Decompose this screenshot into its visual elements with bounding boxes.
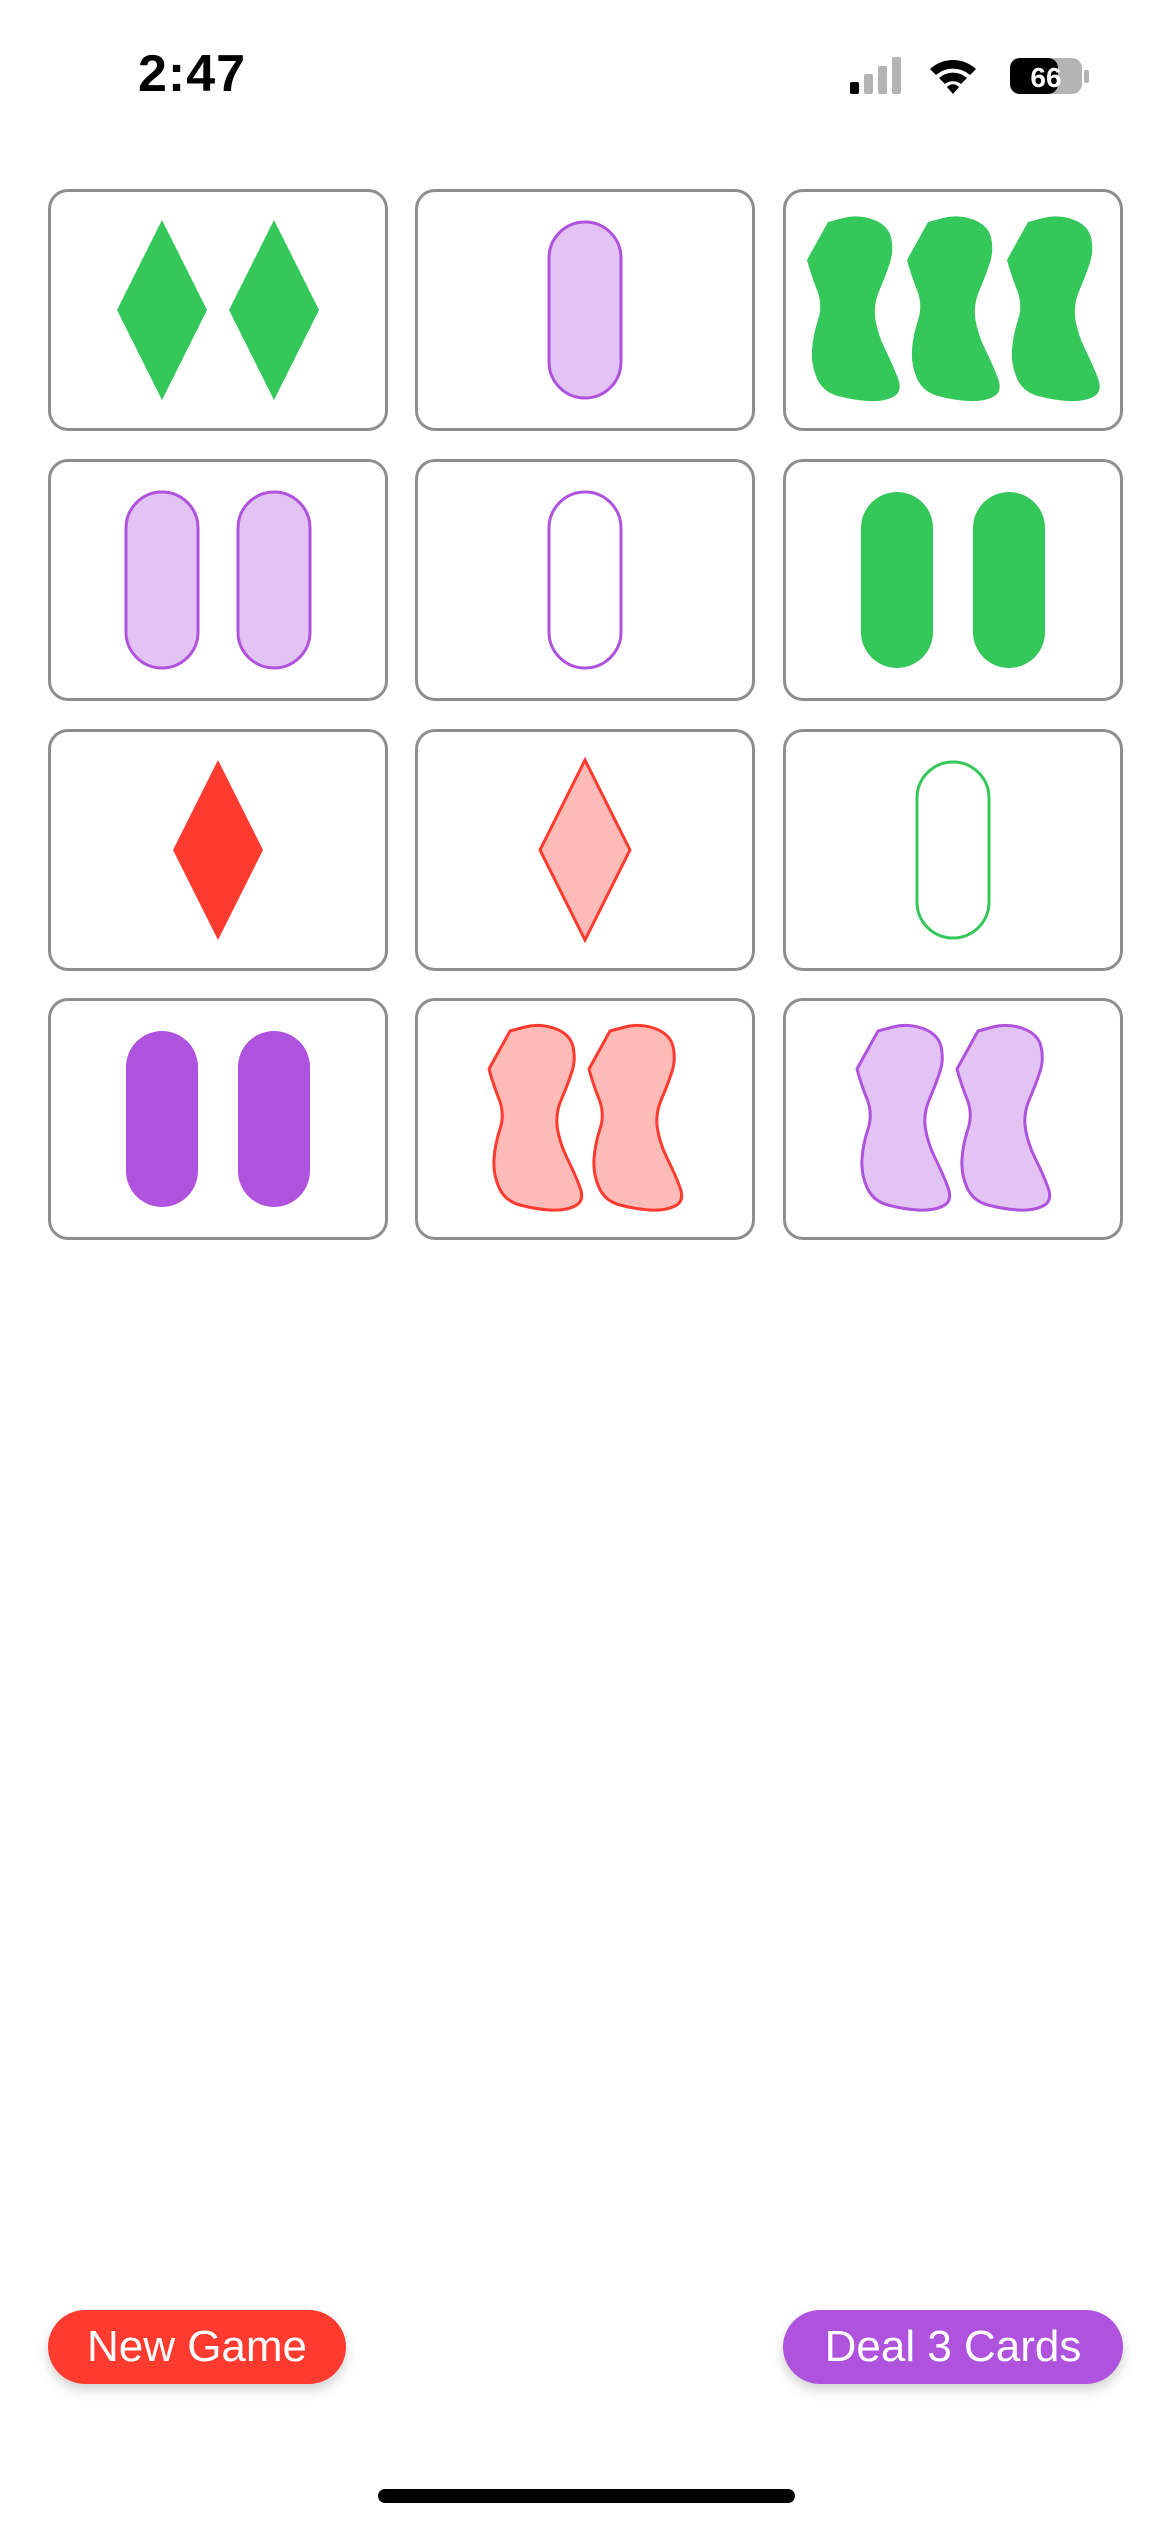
- diamond-symbol: [117, 220, 207, 400]
- deal-three-cards-button[interactable]: Deal 3 Cards: [783, 2310, 1123, 2384]
- set-card[interactable]: [415, 459, 755, 701]
- set-card[interactable]: [48, 459, 388, 701]
- cellular-signal-icon: [850, 57, 901, 94]
- oval-symbol: [236, 490, 312, 670]
- set-card[interactable]: [48, 998, 388, 1240]
- battery-level: 66: [1030, 62, 1061, 93]
- set-card[interactable]: [415, 729, 755, 971]
- squiggle-symbol: [955, 1023, 1052, 1212]
- home-indicator: [378, 2489, 795, 2503]
- set-card[interactable]: [48, 189, 388, 431]
- set-card[interactable]: [783, 998, 1123, 1240]
- oval-symbol: [915, 760, 991, 940]
- set-card[interactable]: [48, 729, 388, 971]
- oval-symbol: [973, 492, 1045, 668]
- status-icons: 66: [850, 57, 1089, 94]
- squiggle-symbol: [587, 1023, 684, 1212]
- diamond-symbol: [173, 760, 263, 940]
- set-card[interactable]: [415, 998, 755, 1240]
- diamond-symbol: [229, 220, 319, 400]
- squiggle-symbol: [807, 216, 900, 402]
- status-bar: 2:47 66: [0, 0, 1170, 150]
- battery-icon: 66: [1010, 58, 1089, 94]
- squiggle-symbol: [907, 216, 1000, 402]
- wifi-icon: [930, 60, 976, 94]
- oval-symbol: [861, 492, 933, 668]
- oval-symbol: [126, 1031, 198, 1207]
- oval-symbol: [238, 1031, 310, 1207]
- set-card[interactable]: [783, 729, 1123, 971]
- status-time: 2:47: [138, 45, 247, 103]
- squiggle-symbol: [855, 1023, 952, 1212]
- diamond-symbol: [538, 756, 632, 944]
- oval-symbol: [124, 490, 200, 670]
- squiggle-symbol: [487, 1023, 584, 1212]
- new-game-button[interactable]: New Game: [48, 2310, 346, 2384]
- oval-symbol: [547, 490, 623, 670]
- set-card[interactable]: [415, 189, 755, 431]
- set-card[interactable]: [783, 189, 1123, 431]
- set-card[interactable]: [783, 459, 1123, 701]
- oval-symbol: [547, 220, 623, 400]
- squiggle-symbol: [1007, 216, 1100, 402]
